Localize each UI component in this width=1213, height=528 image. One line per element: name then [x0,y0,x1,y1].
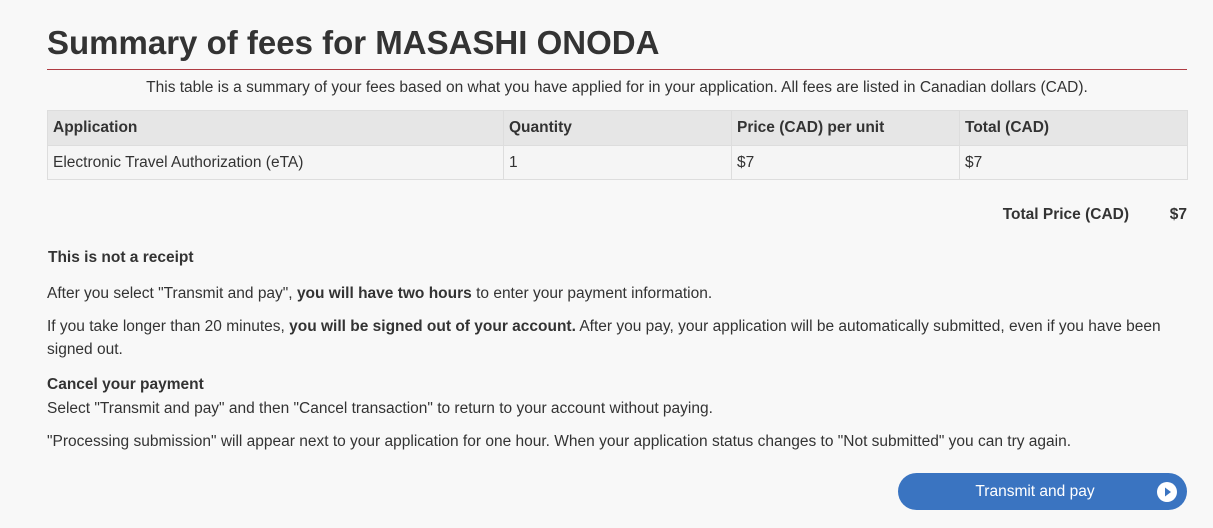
table-header-row: Application Quantity Price (CAD) per uni… [47,110,1188,146]
p2-text: If you take longer than 20 minutes, [47,318,290,335]
cell-price-per-unit: $7 [731,145,960,180]
p1-bold-text: you will have two hours [296,285,472,302]
two-hours-paragraph: After you select "Transmit and pay", you… [47,282,1187,305]
cancel-instructions-paragraph: Select "Transmit and pay" and then "Canc… [47,400,713,417]
title-divider [47,69,1187,70]
p2-bold-text: you will be signed out of your account. [289,318,576,335]
cell-application: Electronic Travel Authorization (eTA) [47,145,504,180]
column-header-price-per-unit: Price (CAD) per unit [731,110,960,146]
cell-quantity: 1 [503,145,732,180]
transmit-and-pay-button[interactable]: Transmit and pay [898,473,1187,510]
fees-summary-page: Summary of fees for MASASHI ONODA This t… [0,0,1213,528]
page-title: Summary of fees for MASASHI ONODA [47,24,660,61]
transmit-and-pay-label: Transmit and pay [975,483,1095,500]
not-a-receipt-heading: This is not a receipt [48,249,194,266]
total-price-label: Total Price (CAD) [1002,206,1129,223]
fees-table: Application Quantity Price (CAD) per uni… [47,110,1188,180]
signed-out-paragraph: If you take longer than 20 minutes, you … [47,315,1187,361]
table-row: Electronic Travel Authorization (eTA) 1 … [47,145,1188,180]
play-circle-icon [1157,482,1177,502]
intro-text: This table is a summary of your fees bas… [146,79,1088,96]
column-header-quantity: Quantity [503,110,732,146]
processing-submission-paragraph: "Processing submission" will appear next… [47,433,1072,450]
column-header-total: Total (CAD) [959,110,1188,146]
total-price-value: $7 [1169,206,1187,223]
cancel-payment-heading: Cancel your payment [47,376,204,393]
cell-total: $7 [959,145,1188,180]
column-header-application: Application [47,110,504,146]
p1-text-end: to enter your payment information. [471,285,713,302]
p1-text: After you select "Transmit and pay", [47,285,297,302]
